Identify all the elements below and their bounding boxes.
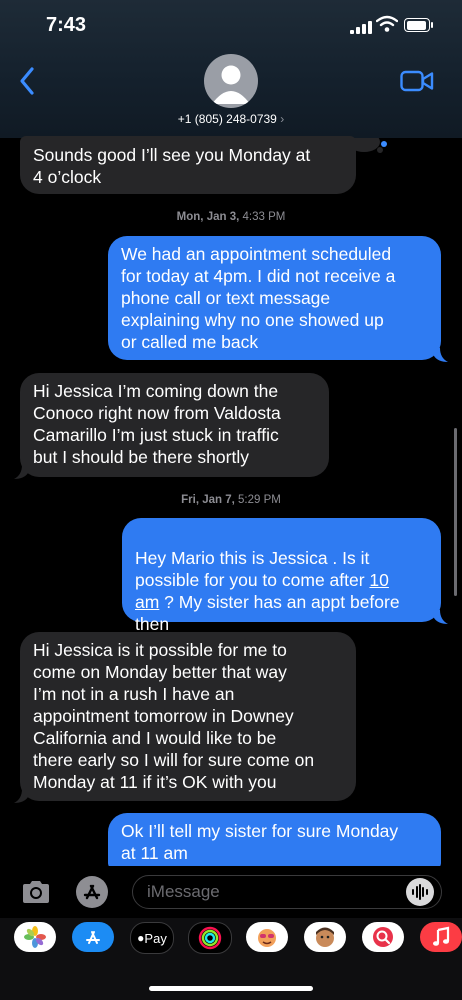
music-app[interactable] — [420, 922, 462, 952]
memoji-app[interactable] — [246, 922, 288, 952]
dictation-button[interactable] — [406, 878, 434, 906]
bubble-tail — [434, 348, 448, 362]
activity-app[interactable] — [188, 922, 232, 954]
web-search-icon — [373, 927, 393, 947]
back-chevron-icon[interactable] — [14, 64, 44, 98]
apple-pay-app[interactable]: ● Pay — [130, 922, 174, 954]
message-incoming[interactable]: Sounds good I’ll see you Monday at 4 o’c… — [20, 136, 356, 194]
app-store-app[interactable] — [72, 922, 114, 952]
message-incoming[interactable]: Hi Jessica I’m coming down the Conoco ri… — [20, 373, 329, 477]
timestamp: Mon, Jan 3, 4:33 PM — [176, 211, 286, 223]
status-time: 7:43 — [46, 14, 87, 36]
bubble-tail — [14, 465, 28, 479]
memoji-icon-2 — [316, 927, 334, 947]
web-search-app[interactable] — [362, 922, 404, 952]
contact-name[interactable]: +1 (805) 248-0739 › — [0, 112, 462, 126]
contact-number[interactable]: +1 (805) 248-0739 — [178, 112, 277, 126]
battery-icon — [404, 18, 433, 32]
waveform-icon — [412, 884, 428, 900]
timestamp: Fri, Jan 7, 5:29 PM — [181, 494, 281, 506]
music-icon — [433, 926, 450, 946]
activity-icon — [198, 926, 222, 950]
cellular-signal-icon — [350, 20, 372, 34]
date-link[interactable]: 10 — [369, 570, 388, 590]
conversation-header: 7:43 +1 (805) 248-0739 › — [0, 0, 462, 138]
scroll-indicator[interactable] — [454, 428, 457, 596]
app-store-icon — [83, 884, 101, 900]
date-link[interactable]: am — [135, 592, 159, 612]
app-drawer-button[interactable] — [76, 876, 108, 908]
app-store-icon — [86, 931, 100, 944]
bubble-tail — [14, 789, 28, 803]
contact-chevron-icon: › — [280, 112, 285, 126]
message-incoming[interactable]: Hi Jessica is it possible for me to come… — [20, 632, 356, 801]
photos-app[interactable] — [14, 922, 56, 952]
photos-icon — [24, 926, 46, 948]
message-outgoing[interactable]: Ok I’ll tell my sister for sure Monday a… — [108, 813, 441, 869]
home-indicator[interactable] — [149, 986, 313, 991]
message-outgoing[interactable]: We had an appointment scheduled for toda… — [108, 236, 441, 360]
message-input[interactable]: iMessage — [132, 875, 442, 909]
wifi-icon — [376, 15, 398, 32]
memoji-icon — [258, 929, 276, 947]
bubble-tail — [434, 610, 448, 624]
contact-avatar[interactable] — [204, 54, 258, 108]
facetime-video-icon[interactable] — [400, 70, 434, 92]
message-outgoing[interactable]: Hey Mario this is Jessica . Is it possib… — [122, 518, 441, 634]
memoji-stickers-app[interactable] — [304, 922, 346, 952]
person-silhouette-icon — [212, 65, 250, 104]
apple-pay-icon: ● — [137, 931, 145, 945]
camera-icon[interactable] — [20, 879, 52, 905]
